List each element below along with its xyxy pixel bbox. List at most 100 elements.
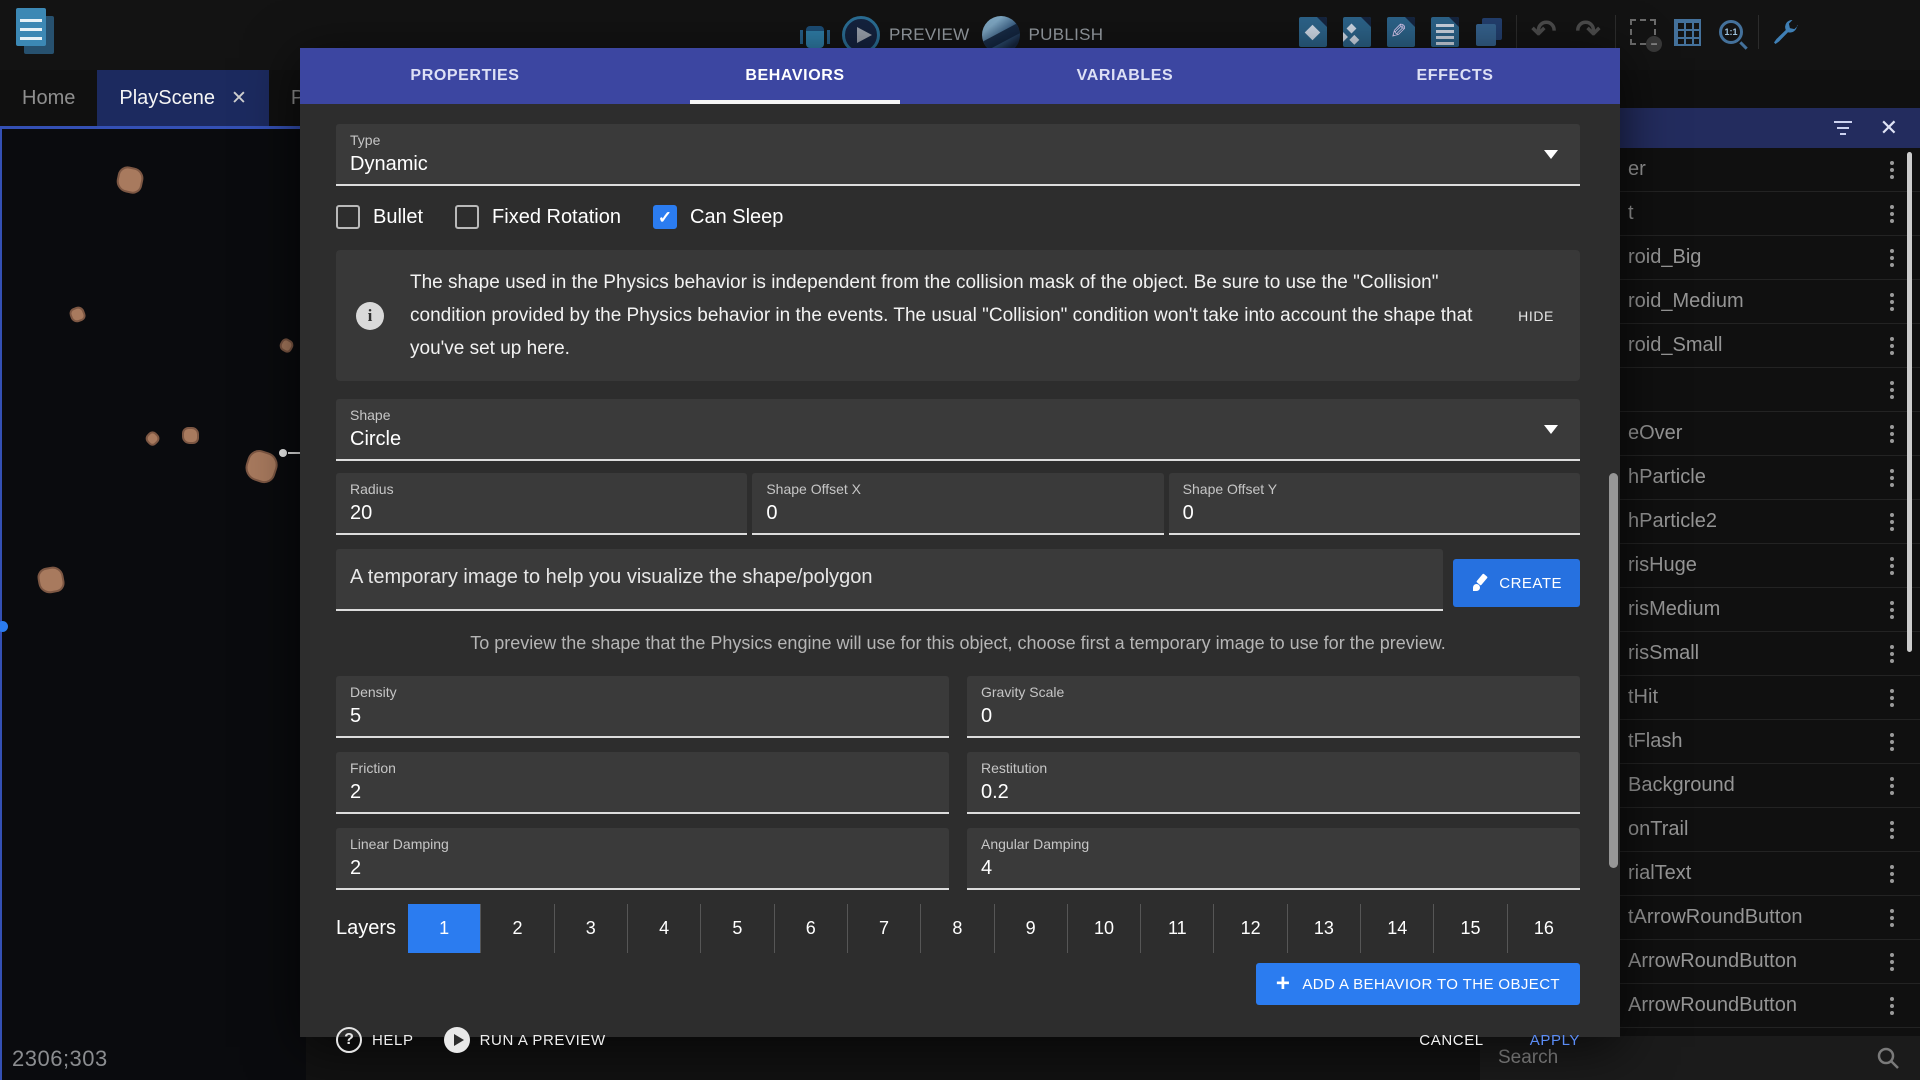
- filter-icon[interactable]: [1834, 121, 1852, 135]
- item-menu-icon[interactable]: [1890, 997, 1894, 1015]
- selection-point[interactable]: [279, 449, 287, 457]
- item-menu-icon[interactable]: [1890, 337, 1894, 355]
- chevron-down-icon: [1544, 425, 1558, 434]
- tab-variables[interactable]: VARIABLES: [960, 48, 1290, 104]
- tab-behaviors[interactable]: BEHAVIORS: [630, 48, 960, 104]
- friction-field[interactable]: Friction 2: [336, 752, 949, 814]
- item-menu-icon[interactable]: [1890, 689, 1894, 707]
- help-button[interactable]: ? HELP: [336, 1027, 414, 1053]
- layer-option-4[interactable]: 4: [627, 904, 700, 953]
- hide-button[interactable]: HIDE: [1518, 308, 1554, 324]
- layers-icon[interactable]: [1472, 15, 1506, 49]
- angular-damping-field[interactable]: Angular Damping 4: [967, 828, 1580, 890]
- layer-option-5[interactable]: 5: [700, 904, 773, 953]
- gravity-scale-label: Gravity Scale: [981, 684, 1566, 700]
- apply-button[interactable]: APPLY: [1530, 1032, 1580, 1049]
- layer-option-16[interactable]: 16: [1507, 904, 1580, 953]
- shape-select[interactable]: Shape Circle: [336, 399, 1580, 461]
- tab-effects[interactable]: EFFECTS: [1290, 48, 1620, 104]
- item-menu-icon[interactable]: [1890, 469, 1894, 487]
- layer-option-10[interactable]: 10: [1067, 904, 1140, 953]
- add-behavior-button[interactable]: + ADD A BEHAVIOR TO THE OBJECT: [1256, 963, 1580, 1005]
- item-menu-icon[interactable]: [1890, 953, 1894, 971]
- restitution-field[interactable]: Restitution 0.2: [967, 752, 1580, 814]
- item-menu-icon[interactable]: [1890, 601, 1894, 619]
- asteroid-sprite[interactable]: [278, 337, 296, 355]
- fixed-rotation-checkbox[interactable]: Fixed Rotation: [455, 205, 621, 229]
- item-menu-icon[interactable]: [1890, 645, 1894, 663]
- project-manager-icon[interactable]: [14, 6, 58, 56]
- scene-canvas[interactable]: 2306;303: [0, 126, 306, 1080]
- tab-properties[interactable]: PROPERTIES: [300, 48, 630, 104]
- checkbox-unchecked-icon: [455, 205, 479, 229]
- layer-option-11[interactable]: 11: [1140, 904, 1213, 953]
- create-button[interactable]: CREATE: [1453, 559, 1580, 607]
- item-menu-icon[interactable]: [1890, 557, 1894, 575]
- gravity-scale-field[interactable]: Gravity Scale 0: [967, 676, 1580, 738]
- asteroid-sprite[interactable]: [242, 447, 281, 486]
- cancel-button[interactable]: CANCEL: [1419, 1032, 1483, 1049]
- layer-option-1[interactable]: 1: [408, 904, 480, 953]
- asteroid-sprite[interactable]: [68, 305, 87, 324]
- layer-option-12[interactable]: 12: [1213, 904, 1286, 953]
- origin-handle[interactable]: [0, 621, 8, 632]
- item-menu-icon[interactable]: [1890, 381, 1894, 399]
- angular-damping-value: 4: [981, 857, 1566, 880]
- asteroid-sprite[interactable]: [182, 427, 199, 444]
- item-menu-icon[interactable]: [1890, 865, 1894, 883]
- item-menu-icon[interactable]: [1890, 249, 1894, 267]
- item-menu-icon[interactable]: [1890, 425, 1894, 443]
- run-preview-button[interactable]: RUN A PREVIEW: [444, 1027, 606, 1053]
- density-field[interactable]: Density 5: [336, 676, 949, 738]
- events-sheet-icon[interactable]: [1428, 15, 1462, 49]
- item-menu-icon[interactable]: [1890, 777, 1894, 795]
- redo-icon[interactable]: ↷: [1571, 15, 1605, 49]
- friction-label: Friction: [350, 760, 935, 776]
- settings-wrench-icon[interactable]: [1769, 15, 1803, 49]
- resources-icon[interactable]: [1296, 15, 1330, 49]
- layer-option-14[interactable]: 14: [1360, 904, 1433, 953]
- can-sleep-checkbox[interactable]: ✓ Can Sleep: [653, 205, 783, 229]
- toolbar-right: ↶ ↷ 1:1: [1296, 12, 1803, 52]
- objects-icon[interactable]: [1340, 15, 1374, 49]
- item-menu-icon[interactable]: [1890, 909, 1894, 927]
- tab-close-icon[interactable]: ✕: [231, 87, 247, 110]
- shape-offset-y-field[interactable]: Shape Offset Y 0: [1169, 473, 1580, 535]
- layer-option-7[interactable]: 7: [847, 904, 920, 953]
- shape-offset-x-field[interactable]: Shape Offset X 0: [752, 473, 1163, 535]
- dialog-scrollbar[interactable]: [1609, 473, 1618, 868]
- undo-icon[interactable]: ↶: [1527, 15, 1561, 49]
- layer-option-2[interactable]: 2: [480, 904, 553, 953]
- type-select[interactable]: Type Dynamic: [336, 124, 1580, 186]
- radius-field[interactable]: Radius 20: [336, 473, 747, 535]
- item-menu-icon[interactable]: [1890, 293, 1894, 311]
- panel-close-icon[interactable]: ✕: [1880, 118, 1898, 138]
- layer-option-6[interactable]: 6: [774, 904, 847, 953]
- clear-selection-icon[interactable]: [1626, 15, 1660, 49]
- angular-damping-label: Angular Damping: [981, 836, 1566, 852]
- tab-playscene[interactable]: PlayScene ✕: [97, 70, 269, 126]
- tab-home[interactable]: Home: [0, 70, 97, 126]
- layer-option-15[interactable]: 15: [1433, 904, 1506, 953]
- item-menu-icon[interactable]: [1890, 161, 1894, 179]
- item-menu-icon[interactable]: [1890, 733, 1894, 751]
- layer-option-9[interactable]: 9: [994, 904, 1067, 953]
- bullet-checkbox[interactable]: Bullet: [336, 205, 423, 229]
- debugger-icon[interactable]: [800, 18, 830, 52]
- item-menu-icon[interactable]: [1890, 513, 1894, 531]
- edit-scene-icon[interactable]: [1384, 15, 1418, 49]
- layer-option-3[interactable]: 3: [554, 904, 627, 953]
- asteroid-sprite[interactable]: [115, 165, 146, 196]
- layer-option-8[interactable]: 8: [920, 904, 993, 953]
- panel-scrollbar[interactable]: [1907, 152, 1912, 652]
- asteroid-sprite[interactable]: [143, 429, 161, 447]
- grid-icon[interactable]: [1670, 15, 1704, 49]
- density-row: Density 5 Gravity Scale 0: [336, 676, 1580, 738]
- linear-damping-field[interactable]: Linear Damping 2: [336, 828, 949, 890]
- item-menu-icon[interactable]: [1890, 821, 1894, 839]
- layer-option-13[interactable]: 13: [1287, 904, 1360, 953]
- zoom-1-1-icon[interactable]: 1:1: [1714, 15, 1748, 49]
- temp-image-field[interactable]: A temporary image to help you visualize …: [336, 549, 1443, 611]
- asteroid-sprite[interactable]: [36, 565, 66, 595]
- item-menu-icon[interactable]: [1890, 205, 1894, 223]
